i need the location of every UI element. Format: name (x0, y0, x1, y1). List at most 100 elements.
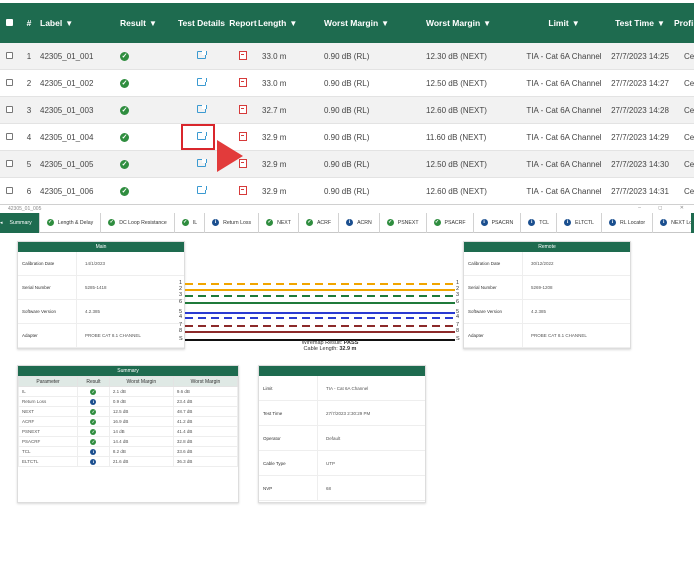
table-row[interactable]: 5 42305_01_005 ✓ 32.9 m 0.90 dB (RL) 12.50 dB… (0, 151, 694, 178)
check-icon: ✓ (386, 219, 394, 226)
summary-row: ELTCTL i 21.6 dB 36.3 dB (17, 456, 239, 467)
tab-psacrf[interactable]: ✓ PSACRF (427, 212, 474, 233)
open-details-icon[interactable] (197, 186, 207, 194)
tab-summary[interactable]: Summary (2, 212, 40, 233)
summary-row: ACRF ✓ 16.9 dB 41.2 dB (17, 416, 239, 427)
col-length[interactable]: Length ▼ (258, 18, 316, 28)
row-checkbox[interactable] (0, 51, 18, 61)
summary-param: ACRF (17, 416, 79, 427)
tab-il[interactable]: ✓ IL (175, 212, 206, 233)
wiremap-result: Wiremap Result: PASS Cable Length: 32.9 … (301, 340, 359, 352)
info-icon: i (660, 219, 668, 226)
row-profile: Certification (684, 51, 694, 61)
check-icon: ✓ (266, 219, 274, 226)
info-row: Serial Number 5269-1208 (464, 276, 630, 300)
tab-rl-locator[interactable]: i RL Locator (602, 212, 654, 233)
info-value: 4.2.385 (76, 300, 184, 323)
row-label: 42305_01_001 (40, 51, 94, 61)
pdf-report-icon[interactable] (239, 104, 247, 114)
summary-result: i (77, 396, 110, 407)
tab-return-loss[interactable]: i Return Loss (205, 212, 260, 233)
table-row[interactable]: 6 42305_01_006 ✓ 32.9 m 0.90 dB (RL) 12.60 dB… (0, 178, 694, 205)
row-worst-margin-1: 0.90 dB (RL) (324, 51, 370, 61)
col-limit[interactable]: Limit ▼ (526, 18, 602, 28)
tab-label: PSACRF (444, 219, 466, 226)
info-value: PROBE CAT 8.1 CHANNEL (522, 324, 630, 347)
table-row[interactable]: 3 42305_01_003 ✓ 32.7 m 0.90 dB (RL) 12.60 dB… (0, 97, 694, 124)
pin-right-label: 3 (456, 292, 460, 298)
open-details-icon[interactable] (197, 78, 207, 86)
window-controls[interactable]: – ◻ ✕ (638, 205, 692, 211)
tab-length-delay[interactable]: ✓ Length & Delay (40, 212, 102, 233)
info-key: Cable Type (263, 460, 286, 466)
summary-result: i (77, 446, 110, 457)
summary-card-title: Summary (18, 366, 238, 376)
summary-margin-2: 33.6 dB (172, 446, 239, 457)
pass-check-icon: ✓ (120, 79, 129, 88)
tab-label: NEXT (277, 219, 291, 226)
filter-icon[interactable]: ▼ (289, 19, 297, 28)
details-card: Limit TIA - Cat 6A Channel Test Time 27/7/2… (258, 365, 426, 503)
table-row[interactable]: 4 42305_01_004 ✓ 32.9 m 0.90 dB (RL) 11.60 dB… (0, 124, 694, 151)
col-label[interactable]: Label ▼ (40, 18, 114, 28)
tab-bar: ◂ Summary ✓ Length & Delay ✓ DC Loop Resista… (0, 212, 694, 233)
pdf-report-icon[interactable] (239, 50, 247, 60)
filter-icon[interactable]: ▼ (572, 19, 580, 28)
tab-next[interactable]: ✓ NEXT (259, 212, 299, 233)
row-checkbox[interactable] (0, 186, 18, 196)
col-worst-margin-1[interactable]: Worst Margin ▼ (316, 18, 418, 28)
summary-margin-1: 21.6 dB (108, 456, 174, 467)
col-worst-margin-2[interactable]: Worst Margin ▼ (418, 18, 526, 28)
tab-psnext[interactable]: ✓ PSNEXT (380, 212, 427, 233)
col-profile[interactable]: Profile▼ (674, 18, 694, 28)
row-checkbox[interactable] (0, 132, 18, 142)
filter-icon[interactable]: ▼ (381, 19, 389, 28)
pin-left-label: S (179, 336, 183, 342)
main-card: Main Calibration Date 14/1/2023 Serial Num… (17, 241, 185, 349)
col-test-time[interactable]: Test Time ▼ (602, 18, 674, 28)
tab-psacrn[interactable]: i PSACRN (474, 212, 522, 233)
info-icon: i (564, 219, 572, 226)
tab-dc-loop-resistance[interactable]: ✓ DC Loop Resistance (101, 212, 175, 233)
info-icon: i (90, 448, 97, 455)
open-details-icon[interactable] (197, 105, 207, 113)
info-value: 4.2.385 (522, 300, 630, 323)
row-checkbox[interactable] (0, 105, 18, 115)
row-number: 3 (26, 105, 32, 115)
filter-icon[interactable]: ▼ (149, 19, 157, 28)
info-key: Software Version (468, 309, 503, 314)
open-details-icon[interactable] (197, 159, 207, 167)
info-row: Calibration Date 14/1/2023 (18, 252, 184, 276)
row-report (228, 77, 258, 89)
info-row: Adapter PROBE CAT 8.1 CHANNEL (464, 324, 630, 348)
pass-check-icon: ✓ (120, 133, 129, 142)
tab-next-locator[interactable]: iNEXT Locator (653, 213, 694, 233)
filter-icon[interactable]: ▼ (483, 19, 491, 28)
summary-param: PSACRF (17, 436, 79, 447)
select-all-checkbox[interactable] (0, 18, 18, 28)
col-result[interactable]: Result ▼ (114, 18, 175, 28)
row-checkbox[interactable] (0, 78, 18, 88)
tab-acrn[interactable]: i ACRN (339, 212, 380, 233)
tab-eltctl[interactable]: i ELTCTL (557, 212, 602, 233)
tab-tcl[interactable]: i TCL (521, 212, 558, 233)
summary-row: NEXT ✓ 12.5 dB 48.7 dB (17, 406, 239, 417)
filter-icon[interactable]: ▼ (657, 19, 665, 28)
col-number: # (26, 18, 32, 28)
table-row[interactable]: 1 42305_01_001 ✓ 33.0 m 0.90 dB (RL) 12.30 dB… (0, 43, 694, 70)
pdf-report-icon[interactable] (239, 77, 247, 87)
check-icon: ✓ (46, 219, 54, 226)
row-limit: TIA - Cat 6A Channel (526, 159, 602, 169)
test-result-window: 42305_01_005 – ◻ ✕ ◂ Summary ✓ Length & De… (0, 204, 694, 573)
filter-icon[interactable]: ▼ (65, 19, 73, 28)
row-checkbox[interactable] (0, 159, 18, 169)
row-test-time: 27/7/2023 14:27 (611, 78, 669, 88)
table-row[interactable]: 2 42305_01_002 ✓ 33.0 m 0.90 dB (RL) 12.50 dB… (0, 70, 694, 97)
wire-2 (185, 289, 455, 291)
row-label: 42305_01_002 (40, 78, 94, 88)
pdf-report-icon[interactable] (239, 185, 247, 195)
info-value: 68 (317, 476, 425, 500)
summary-result: ✓ (77, 436, 110, 447)
tab-acrf[interactable]: ✓ ACRF (299, 212, 340, 233)
open-details-icon[interactable] (197, 51, 207, 59)
